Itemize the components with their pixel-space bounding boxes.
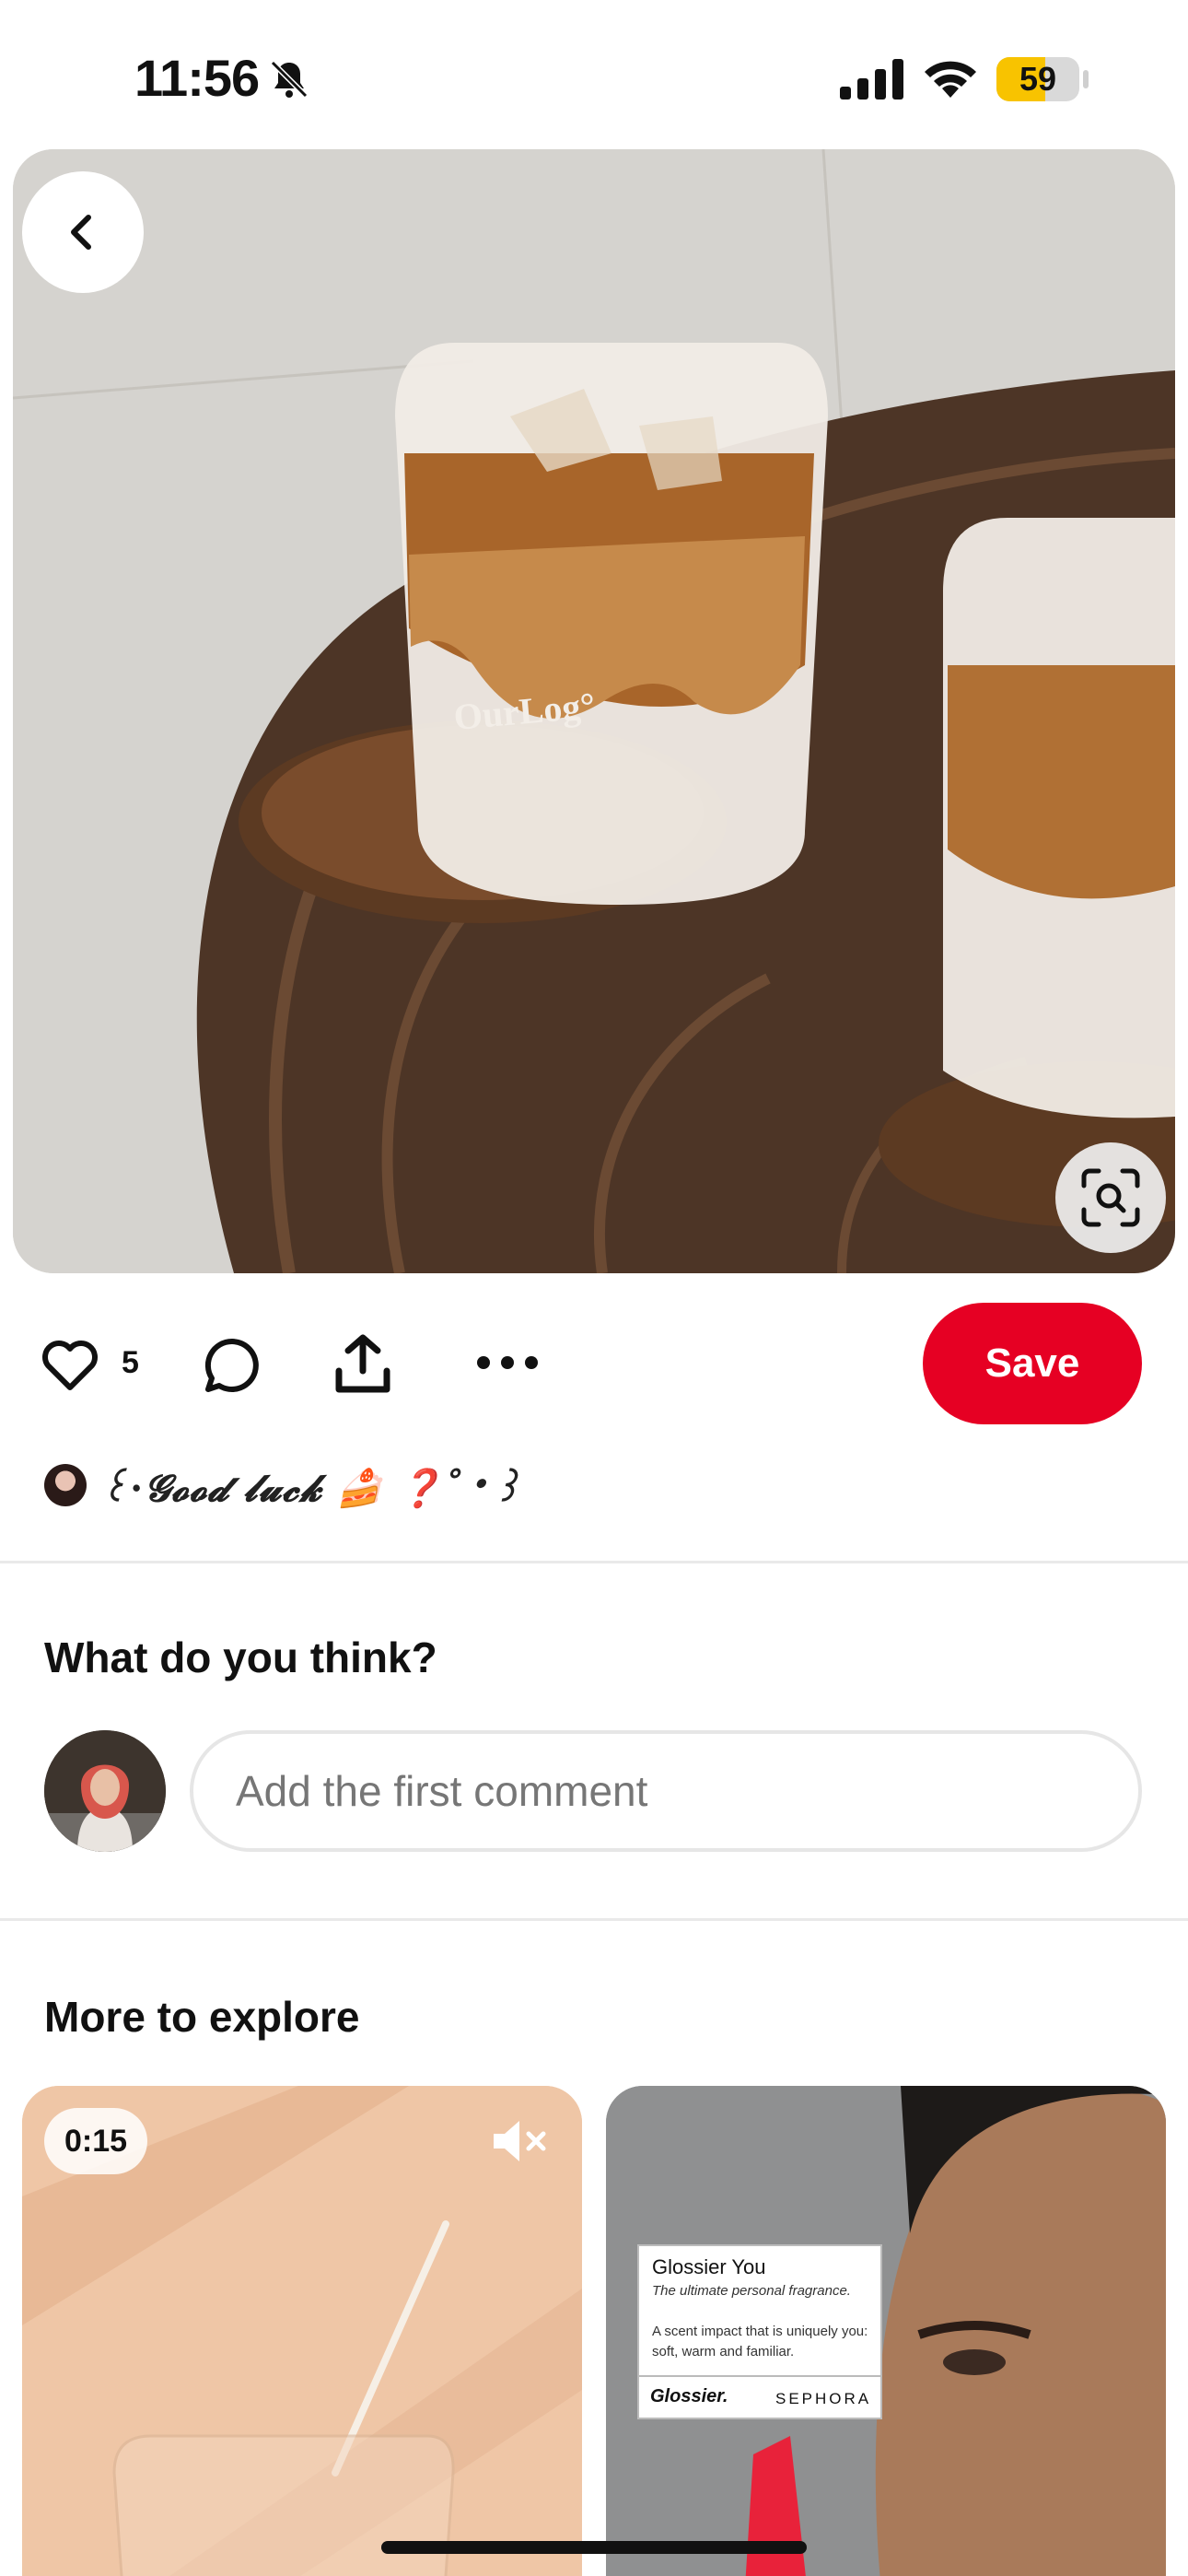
wifi-icon	[925, 61, 976, 98]
video-duration: 0:15	[44, 2108, 148, 2174]
author-name[interactable]: ꒰⋅𝓖𝓸𝓸𝓭 𝓵𝓾𝓬𝓴 🍰 ❓˚‧꒱	[99, 1461, 522, 1510]
ad-footer: Glossier. SEPHORA	[639, 2375, 880, 2419]
author-avatar[interactable]	[44, 1464, 87, 1506]
explore-heading: More to explore	[44, 1993, 360, 2041]
heart-icon[interactable]	[41, 1340, 99, 1391]
section-divider	[0, 1561, 1188, 1563]
save-button[interactable]: Save	[923, 1303, 1142, 1424]
bell-muted-icon	[270, 60, 309, 99]
cellular-signal-icon	[840, 59, 903, 100]
battery-nub	[1083, 70, 1089, 88]
ad-body: A scent impact that is uniquely you: sof…	[652, 2324, 868, 2359]
user-avatar[interactable]	[44, 1730, 166, 1852]
user-avatar-photo	[44, 1730, 166, 1852]
more-icon[interactable]	[475, 1349, 540, 1376]
pin-actions: 5 Save	[0, 1299, 1188, 1428]
ad-text-panel: Glossier You The ultimate personal fragr…	[637, 2244, 882, 2419]
visual-search-button[interactable]	[1055, 1142, 1166, 1253]
pin-author[interactable]: ꒰⋅𝓖𝓸𝓸𝓭 𝓵𝓾𝓬𝓴 🍰 ❓˚‧꒱	[44, 1459, 522, 1511]
explore-card-ad[interactable]: Glossier You The ultimate personal fragr…	[606, 2086, 1166, 2576]
ad-subtitle: The ultimate personal fragrance.	[652, 2283, 851, 2299]
status-bar: 11:56 59	[0, 0, 1188, 152]
like-count: 5	[122, 1345, 139, 1380]
mute-icon[interactable]	[490, 2113, 549, 2169]
back-button[interactable]	[22, 171, 144, 293]
ad-brand-logo: Glossier.	[650, 2386, 728, 2406]
iced-coffee-photo: OurLog°	[13, 149, 1175, 1273]
status-time: 11:56	[134, 49, 260, 107]
visual-search-icon	[1081, 1168, 1140, 1227]
ad-retailer-logo: SEPHORA	[775, 2390, 872, 2407]
battery-indicator: 59	[996, 57, 1079, 101]
explore-card-video[interactable]: 0:15	[22, 2086, 582, 2576]
section-divider	[0, 1918, 1188, 1921]
comment-input[interactable]	[190, 1730, 1142, 1852]
ad-title: Glossier You	[652, 2255, 766, 2278]
share-icon[interactable]	[333, 1334, 392, 1395]
pin-image[interactable]: OurLog°	[13, 149, 1175, 1273]
chevron-left-icon	[71, 215, 91, 250]
home-indicator[interactable]	[381, 2541, 807, 2554]
battery-level: 59	[1019, 60, 1057, 98]
comment-icon[interactable]	[203, 1336, 262, 1395]
comments-heading: What do you think?	[44, 1633, 437, 1681]
